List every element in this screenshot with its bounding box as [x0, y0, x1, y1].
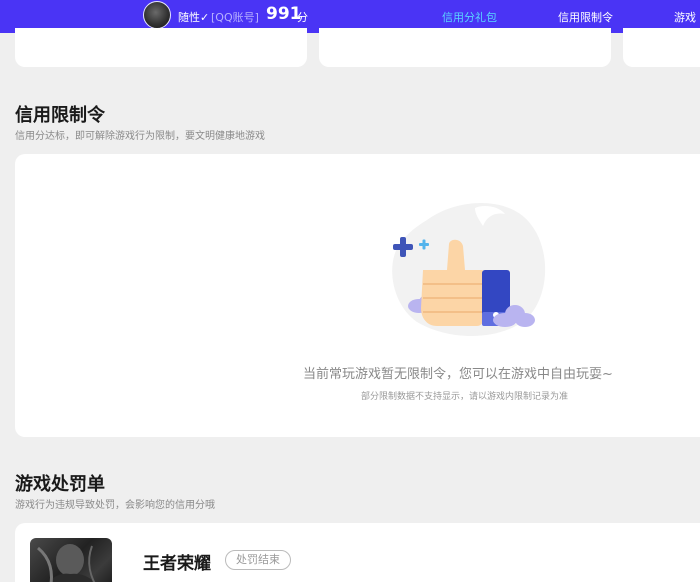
nickname: 随性✓ [178, 11, 210, 24]
game-thumbnail [30, 538, 112, 582]
gift-card[interactable] [623, 28, 700, 67]
avatar[interactable] [143, 1, 171, 29]
restriction-section-subtitle: 信用分达标，即可解除游戏行为限制，要文明健康地游戏 [15, 131, 265, 142]
gift-card[interactable] [319, 28, 611, 67]
account-type: [QQ账号] [211, 11, 259, 24]
penalty-game-name: 王者荣耀 [143, 554, 211, 574]
game-character-image [36, 544, 96, 582]
empty-state-message: 当前常玩游戏暂无限制令，您可以在游戏中自由玩耍~ [303, 367, 613, 382]
credit-score-unit: 分 [297, 11, 308, 24]
penalty-status-badge: 处罚结束 [225, 550, 291, 570]
penalty-card[interactable] [15, 523, 700, 582]
restriction-card [15, 154, 700, 437]
gift-card[interactable] [15, 28, 307, 67]
restriction-section-title: 信用限制令 [15, 105, 105, 126]
tab-credit-restriction[interactable]: 信用限制令 [558, 9, 613, 25]
thumbs-up-illustration [392, 203, 546, 336]
penalty-section-subtitle: 游戏行为违规导致处罚，会影响您的信用分哦 [15, 500, 215, 511]
tab-game[interactable]: 游戏 [674, 9, 696, 25]
empty-state-note: 部分限制数据不支持显示，请以游戏内限制记录为准 [361, 392, 569, 402]
tab-credit-gift[interactable]: 信用分礼包 [442, 9, 497, 25]
penalty-section-title: 游戏处罚单 [15, 474, 105, 495]
